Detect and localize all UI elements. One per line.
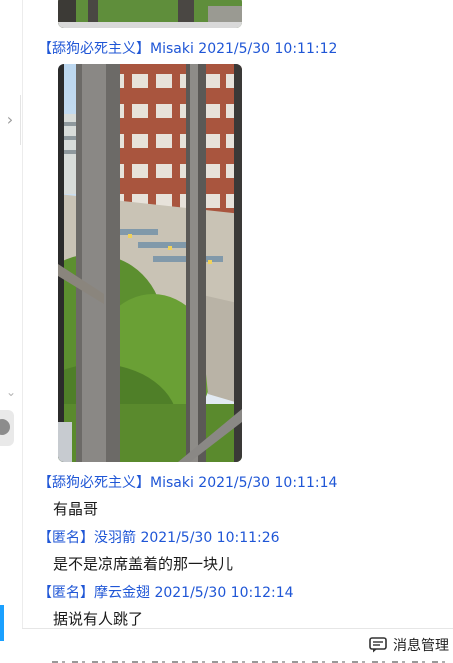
active-tab-indicator [0,605,4,641]
shared-photo-previous[interactable] [58,0,242,28]
chat-window: › ⌄ 【舔狗必死主义】Misaki 2021/5/30 10:11:12 【舔… [0,0,453,663]
chevron-down-icon[interactable]: ⌄ [4,385,18,399]
message-manage-label: 消息管理 [393,638,449,654]
message-manage-button[interactable]: 消息管理 [369,635,449,655]
message-text: 是不是凉席盖着的那一块儿 [53,555,234,573]
side-toggle-button[interactable] [0,410,14,446]
message-header: 【匿名】摩云金翅 2021/5/30 10:12:14 [38,585,294,601]
message-header: 【舔狗必死主义】Misaki 2021/5/30 10:11:14 [38,475,338,491]
message-header: 【舔狗必死主义】Misaki 2021/5/30 10:11:12 [38,41,338,57]
message-icon [369,637,387,653]
message-header: 【匿名】没羽箭 2021/5/30 10:11:26 [38,530,280,546]
message-text: 有晶哥 [53,500,99,518]
shared-photo[interactable] [58,64,242,462]
left-side-panel: › ⌄ [0,0,23,641]
message-text: 据说有人跳了 [53,610,144,628]
bottom-toolbar: 消息管理 [22,628,453,663]
chevron-right-icon[interactable]: › [0,95,21,145]
